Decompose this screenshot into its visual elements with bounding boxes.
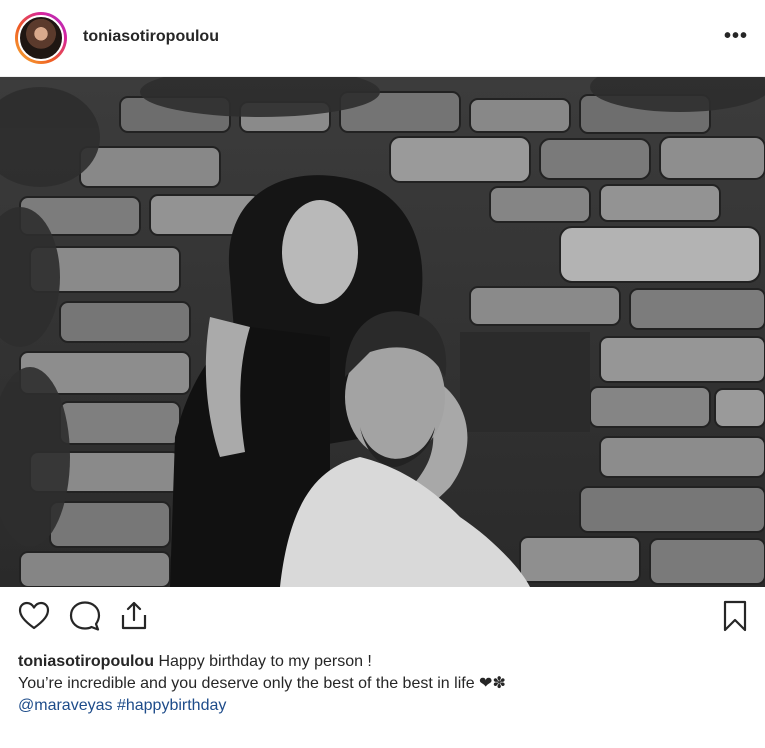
post-caption: toniasotiropoulou Happy birthday to my p…	[18, 651, 753, 717]
caption-line-2: You’re incredible and you deserve only t…	[18, 673, 753, 695]
post-header: toniasotiropoulou •••	[0, 0, 765, 77]
heart-icon[interactable]	[17, 599, 51, 633]
more-options-icon[interactable]: •••	[724, 26, 748, 46]
caption-text-2: You’re incredible and you deserve only t…	[18, 675, 475, 692]
caption-line-3: @maraveyas #happybirthday	[18, 695, 753, 717]
caption-author[interactable]: toniasotiropoulou	[18, 653, 154, 670]
post-username[interactable]: toniasotiropoulou	[83, 28, 219, 46]
post-photo[interactable]	[0, 77, 765, 587]
caption-line-1: toniasotiropoulou Happy birthday to my p…	[18, 651, 753, 673]
comment-icon[interactable]	[68, 599, 102, 633]
post-actions	[0, 587, 765, 647]
caption-emojis: ❤✽	[479, 675, 506, 692]
avatar[interactable]	[15, 12, 67, 64]
bookmark-icon[interactable]	[718, 599, 752, 633]
share-icon[interactable]	[117, 599, 151, 633]
hashtag-link[interactable]: #happybirthday	[117, 697, 226, 714]
avatar-image	[18, 15, 64, 61]
mention-link[interactable]: @maraveyas	[18, 697, 113, 714]
caption-text-1: Happy birthday to my person !	[158, 653, 372, 670]
